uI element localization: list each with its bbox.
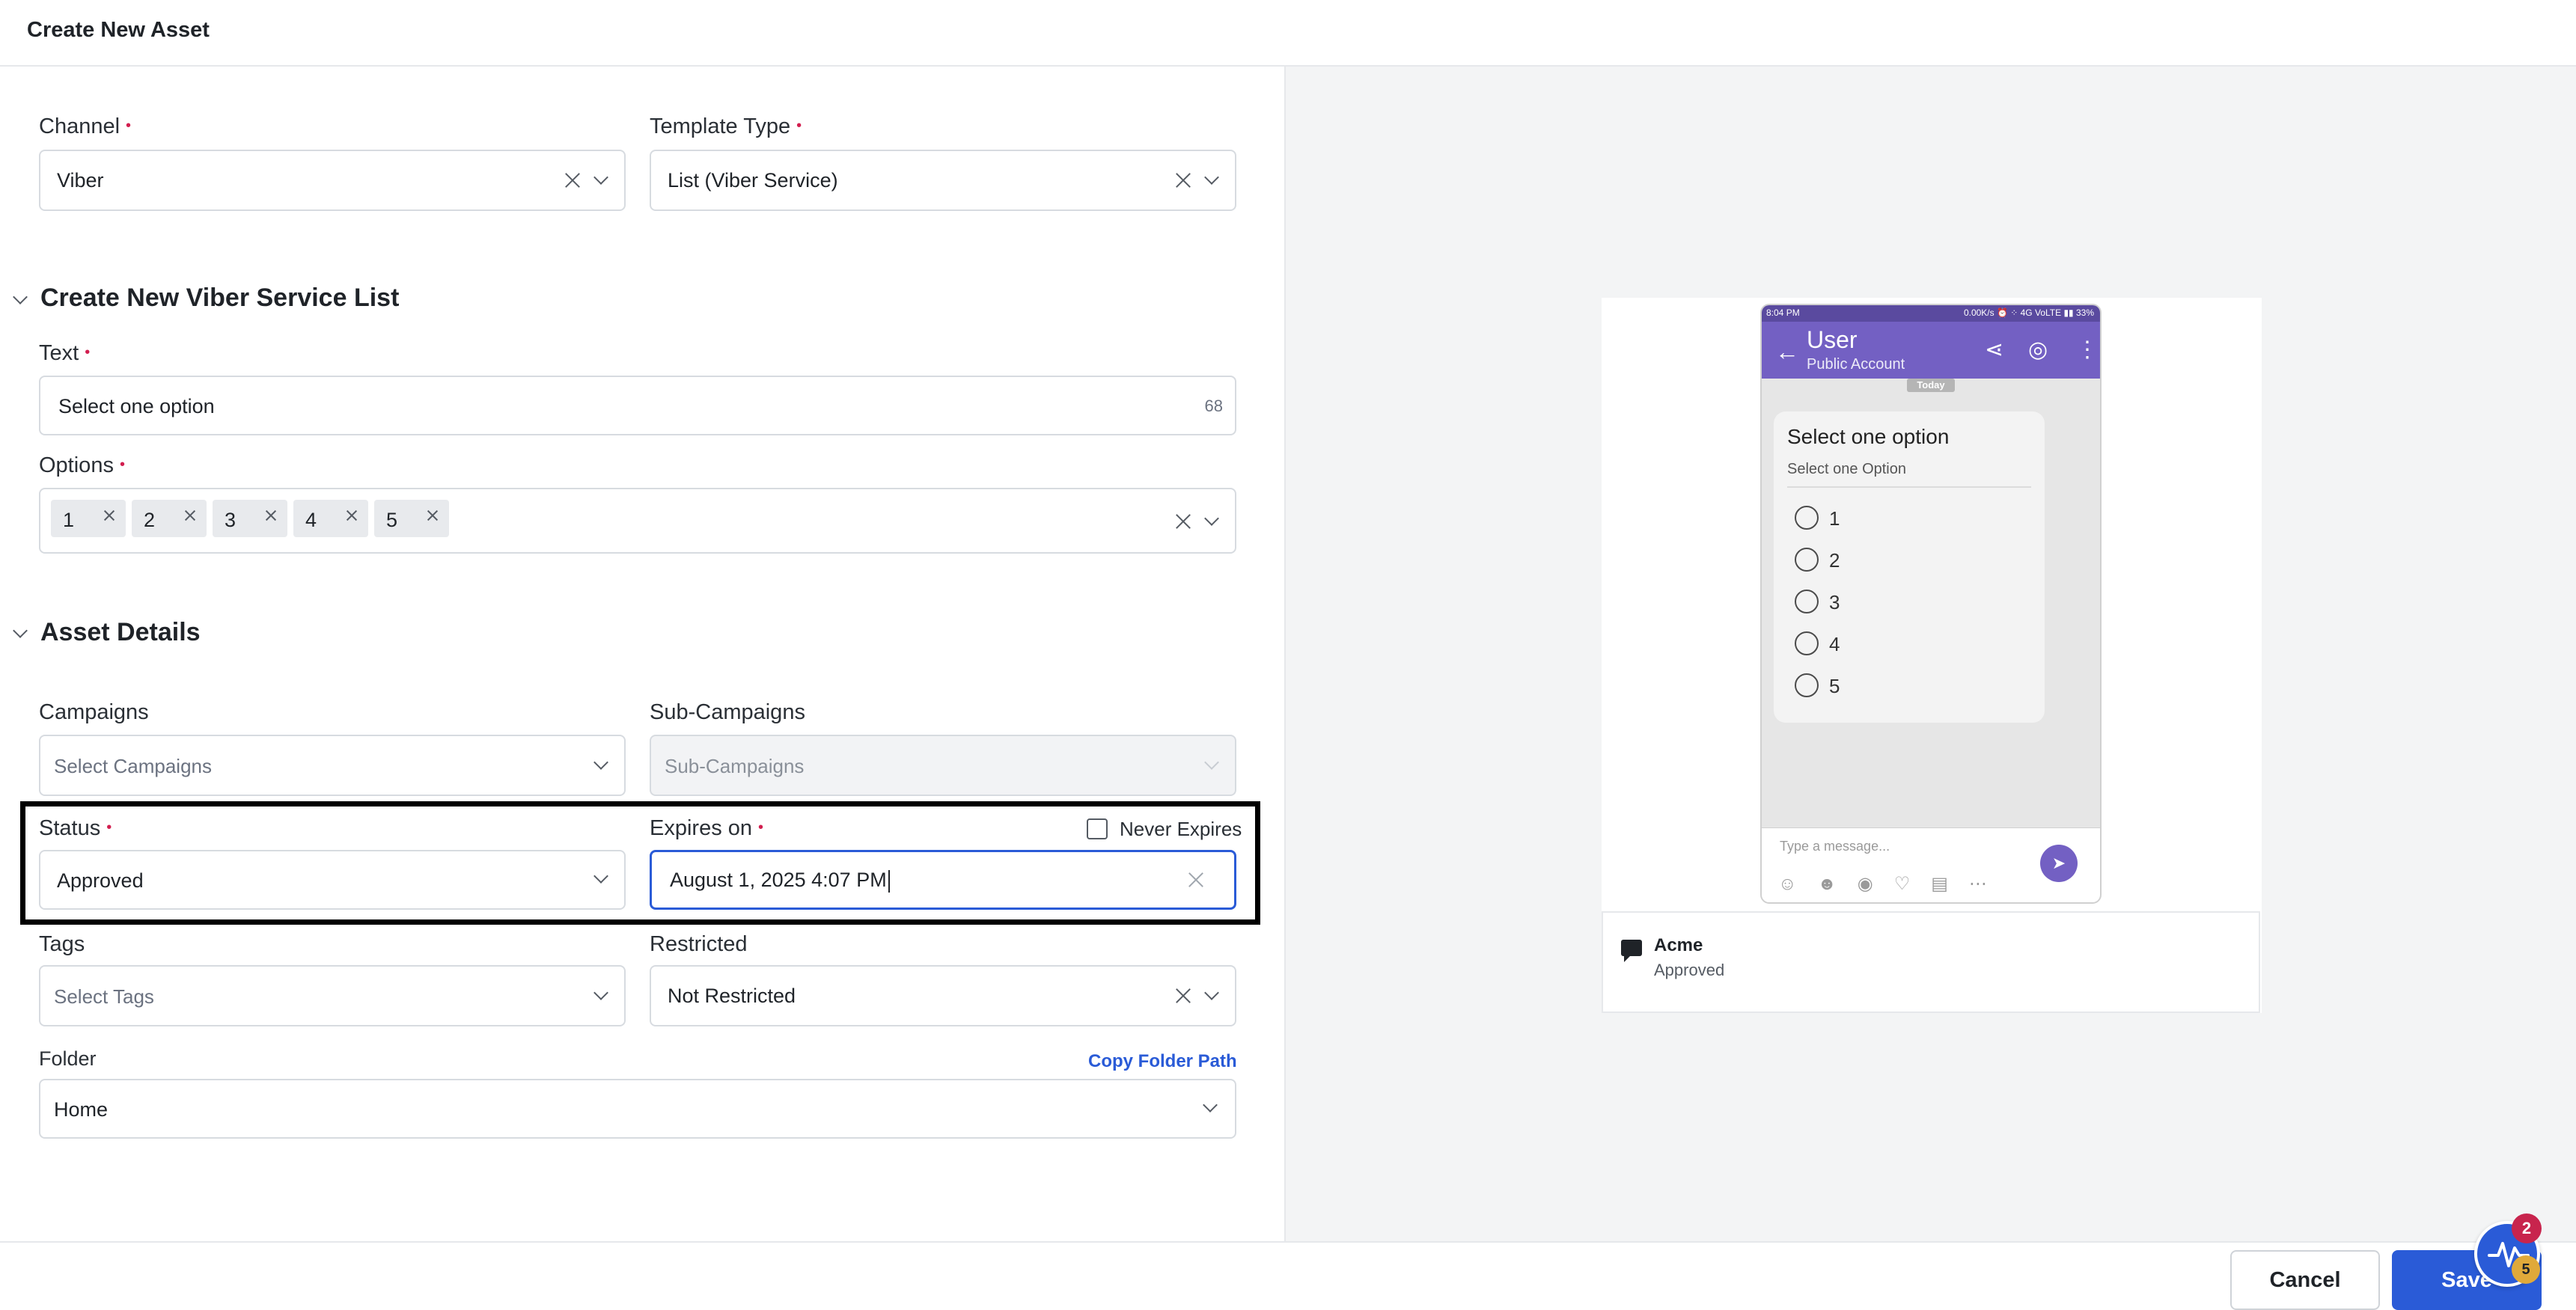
sub-campaigns-select: Sub-Campaigns (650, 735, 1236, 796)
template-type-label: Template Type • (650, 114, 802, 138)
template-type-value: List (Viber Service) (668, 169, 838, 192)
tags-label: Tags (39, 932, 85, 956)
folder-select[interactable]: Home (39, 1079, 1236, 1139)
options-select[interactable]: 1 2 3 4 5 (39, 488, 1236, 554)
chevron-down-icon[interactable] (593, 869, 608, 884)
tags-select[interactable]: Select Tags (39, 965, 626, 1026)
composer-tools-icons: ☺☻◉♡▤⋯ (1778, 874, 2008, 894)
radio-icon (1795, 548, 1819, 572)
expires-on-label: Expires on • (650, 816, 764, 840)
channel-value: Viber (57, 169, 104, 192)
bubble-subtitle: Select one Option (1787, 461, 1906, 477)
chevron-down-icon[interactable] (593, 755, 608, 770)
campaigns-label: Campaigns (39, 700, 149, 724)
asset-name: Acme (1654, 935, 1703, 955)
channel-label: Channel • (39, 114, 132, 138)
channel-select[interactable]: Viber (39, 150, 626, 211)
chevron-down-icon[interactable] (593, 985, 608, 1000)
remove-tag-icon[interactable] (427, 509, 439, 521)
never-expires-label[interactable]: Never Expires (1120, 818, 1242, 841)
restricted-label: Restricted (650, 932, 748, 956)
remove-tag-icon[interactable] (184, 509, 196, 521)
message-composer: Type a message... ➤ ☺☻◉♡▤⋯ (1762, 827, 2100, 902)
sub-campaigns-label: Sub-Campaigns (650, 700, 805, 724)
option-tag: 4 (293, 500, 368, 537)
status-select[interactable]: Approved (39, 850, 626, 910)
option-tag: 1 (51, 500, 126, 537)
send-icon: ➤ (2040, 845, 2078, 882)
remove-tag-icon[interactable] (103, 509, 115, 521)
asset-info-card: Acme Approved (1602, 911, 2260, 1013)
target-icon: ◎ (2028, 337, 2048, 362)
notification-badge: 2 (2512, 1213, 2542, 1243)
bubble-title: Select one option (1787, 425, 1950, 448)
chevron-down-icon[interactable] (1203, 1098, 1218, 1112)
chevron-down-icon[interactable] (1204, 170, 1219, 185)
chevron-down-icon[interactable] (1204, 511, 1219, 526)
radio-icon (1795, 506, 1819, 530)
chat-bubble-icon (1621, 940, 1642, 962)
remove-tag-icon[interactable] (346, 509, 358, 521)
campaigns-placeholder: Select Campaigns (54, 755, 212, 777)
expires-on-input[interactable]: August 1, 2025 4:07 PM (650, 850, 1236, 910)
clear-icon[interactable] (1175, 172, 1191, 189)
chevron-down-icon[interactable] (593, 170, 608, 185)
chevron-down-icon[interactable] (1204, 985, 1219, 1000)
status-value: Approved (57, 869, 144, 892)
option-tag: 5 (374, 500, 449, 537)
folder-label: Folder (39, 1047, 97, 1070)
viber-app-bar: ← User Public Account ⋖ ◎ ⋮ (1762, 322, 2100, 379)
clear-icon[interactable] (1175, 988, 1191, 1004)
text-label: Text • (39, 341, 91, 365)
clear-icon[interactable] (564, 172, 581, 189)
restricted-value: Not Restricted (668, 985, 796, 1007)
back-arrow-icon: ← (1775, 338, 1799, 365)
text-input-value: Select one option (58, 395, 215, 417)
folder-value: Home (54, 1098, 109, 1121)
chat-user-subtitle: Public Account (1807, 356, 1905, 373)
more-options-icon: ⋮ (2076, 337, 2099, 362)
tags-placeholder: Select Tags (54, 985, 154, 1008)
character-counter: 68 (1204, 397, 1223, 415)
sub-campaigns-placeholder: Sub-Campaigns (665, 755, 805, 777)
message-placeholder: Type a message... (1780, 839, 1890, 854)
phone-status-bar: 8:04 PM 0.00K/s ⏰ ⁘ 4G VoLTE ▮▮ 33% (1762, 305, 2100, 322)
text-input[interactable]: Select one option 68 (39, 376, 1236, 435)
list-message-bubble: Select one option Select one Option 1 2 … (1774, 411, 2045, 723)
top-bar: Create New Asset (0, 0, 2576, 67)
radio-icon (1795, 590, 1819, 613)
cancel-button[interactable]: Cancel (2230, 1250, 2380, 1310)
chat-user-name: User (1807, 326, 1858, 353)
share-icon: ⋖ (1985, 337, 2004, 362)
option-tag: 2 (132, 500, 207, 537)
clear-icon[interactable] (1188, 872, 1204, 888)
restricted-select[interactable]: Not Restricted (650, 965, 1236, 1026)
footer-bar: Cancel Save (0, 1241, 2576, 1310)
radio-icon (1795, 631, 1819, 655)
clear-icon[interactable] (1175, 513, 1191, 530)
expires-on-value: August 1, 2025 4:07 PM (670, 869, 890, 893)
campaigns-select[interactable]: Select Campaigns (39, 735, 626, 796)
page-title: Create New Asset (27, 18, 210, 42)
never-expires-checkbox[interactable] (1087, 818, 1108, 839)
count-badge: 5 (2512, 1255, 2540, 1284)
option-tag: 3 (213, 500, 287, 537)
asset-status: Approved (1654, 961, 1725, 979)
phone-preview: 8:04 PM 0.00K/s ⏰ ⁘ 4G VoLTE ▮▮ 33% ← Us… (1760, 304, 2102, 904)
asset-details-title[interactable]: Asset Details (40, 618, 201, 647)
radio-icon (1795, 673, 1819, 697)
chevron-down-icon (1204, 755, 1219, 770)
template-type-select[interactable]: List (Viber Service) (650, 150, 1236, 211)
today-divider: Today (1907, 379, 1955, 392)
status-label: Status • (39, 816, 112, 840)
divider (1787, 486, 2031, 488)
options-label: Options • (39, 453, 125, 477)
copy-folder-path-link[interactable]: Copy Folder Path (1088, 1051, 1237, 1072)
list-section-title[interactable]: Create New Viber Service List (40, 284, 399, 313)
remove-tag-icon[interactable] (265, 509, 277, 521)
